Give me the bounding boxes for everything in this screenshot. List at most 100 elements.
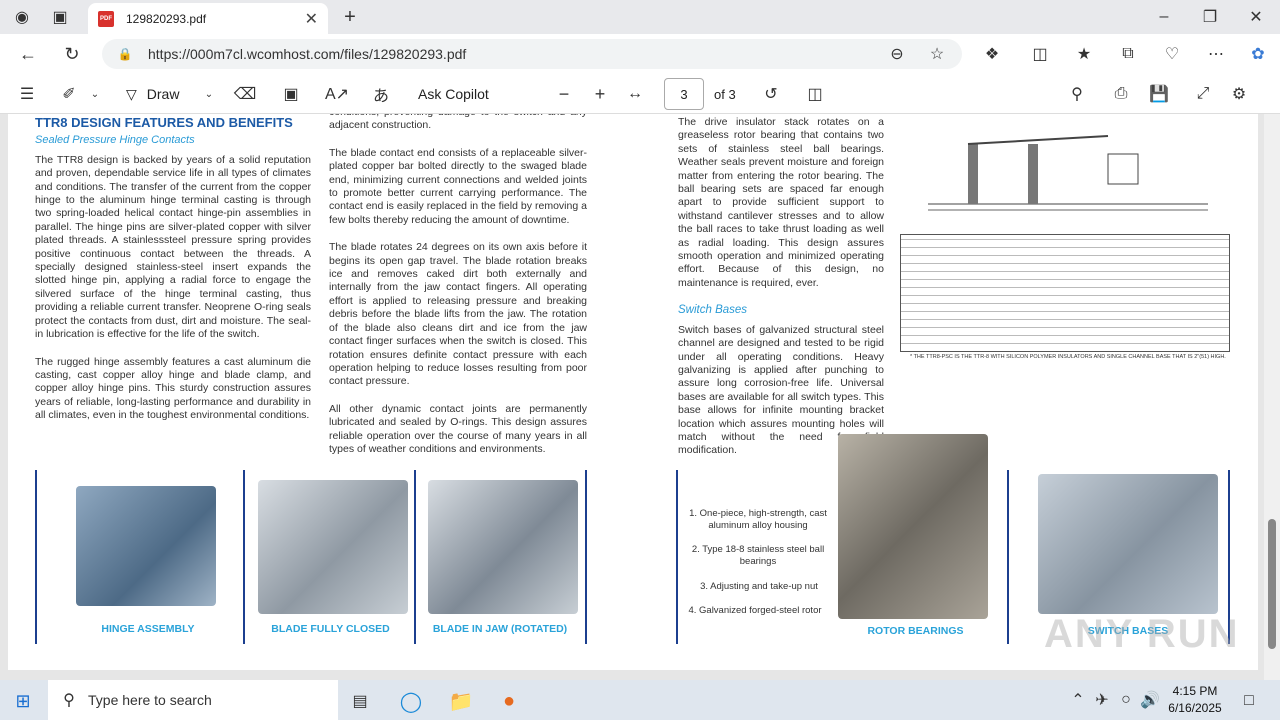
blade-in-jaw-image [428,480,578,614]
browser-tab-bar: ◉ ▣ PDF 129820293.pdf ✕ + – ❐ ✕ [0,0,1280,34]
notification-icon[interactable]: □ [1238,690,1260,712]
zoom-out-icon[interactable]: − [554,74,574,114]
paragraph: The drive insulator stack rotates on a g… [678,116,884,289]
dimensions-table [900,234,1230,352]
draw-button[interactable]: ▽ Draw [126,74,179,114]
collections-icon[interactable]: ⧉ [1116,42,1140,66]
taskbar-search-input[interactable]: ⚲ Type here to search [48,680,338,720]
volume-icon[interactable]: 🔊 [1140,690,1160,710]
split-screen-icon[interactable]: ◫ [1028,42,1052,66]
ask-copilot-button[interactable]: Ask Copilot [418,74,489,114]
edge-icon[interactable]: ◯ [398,688,424,714]
section-heading: TTR8 DESIGN FEATURES AND BENEFITS [35,115,293,130]
divider [414,470,416,644]
tab-actions-icon[interactable]: ▣ [48,6,72,28]
caption-blade-closed: BLADE FULLY CLOSED [271,623,390,635]
fullscreen-icon[interactable]: ⤢ [1192,74,1214,114]
favorites-icon[interactable]: ★ [1072,42,1096,66]
browser-essentials-icon[interactable]: ♡ [1160,42,1184,66]
site-info-icon[interactable]: 🔒 [116,45,134,63]
search-icon[interactable]: ⚲ [1066,74,1088,114]
system-clock[interactable]: 4:15 PM 6/16/2025 [1160,683,1230,717]
divider [243,470,245,644]
paragraph: The rugged hinge assembly features a cas… [35,355,311,422]
divider [585,470,587,644]
text-box-icon[interactable]: ▣ [280,74,302,114]
copilot-icon[interactable]: ✿ [1246,42,1270,66]
clock-time: 4:15 PM [1172,684,1218,698]
page-number-input[interactable]: 3 [664,78,704,110]
close-tab-icon[interactable]: ✕ [305,9,318,29]
pdf-toolbar: ☰ ✐ ⌄ ▽ Draw ⌄ ⌫ ▣ A↗ あ Ask Copilot − + … [0,74,1280,114]
vertical-scrollbar[interactable] [1264,114,1280,680]
column-3: The drive insulator stack rotates on a g… [678,116,884,472]
draw-label: Draw [146,86,180,102]
caption-blade-in-jaw: BLADE IN JAW (ROTATED) [432,623,568,635]
url-field[interactable]: 🔒 https://000m7cl.wcomhost.com/files/129… [102,39,962,69]
divider [676,470,678,644]
rotor-bearing-image [838,434,988,619]
caption-hinge-assembly: HINGE ASSEMBLY [101,623,195,635]
back-icon[interactable]: ← [16,42,40,66]
page-total: of 3 [714,86,736,102]
network-icon[interactable]: ✈ [1092,690,1112,710]
feature-item: 2. Type 18-8 stainless steel ball bearin… [691,544,825,567]
firefox-icon[interactable]: ● [496,688,522,714]
profile-icon[interactable]: ◉ [10,6,34,28]
settings-more-icon[interactable]: ⋯ [1204,42,1228,66]
column-2: conditions, preventing damage to the swi… [329,114,587,470]
tab-pdf[interactable]: PDF 129820293.pdf ✕ [88,3,328,34]
paragraph: All other dynamic contact joints are per… [329,402,587,455]
clock-date: 6/16/2025 [1168,701,1222,715]
paragraph: The blade contact end consists of a repl… [329,146,587,226]
task-view-icon[interactable]: ▤ [348,689,372,713]
subsection-heading: Switch Bases [678,304,748,317]
tray-chevron-icon[interactable]: ⌃ [1068,690,1088,710]
feature-item: 4. Galvanized forged-steel rotor [688,605,822,616]
refresh-icon[interactable]: ↻ [60,42,84,66]
pdf-icon: PDF [98,10,114,27]
caption-rotor-bearings: ROTOR BEARINGS [867,625,964,637]
zoom-in-icon[interactable]: + [590,74,610,114]
scrollbar-thumb[interactable] [1268,519,1276,649]
save-icon[interactable]: 💾 [1148,74,1170,114]
translate-icon[interactable]: あ [370,74,392,114]
close-window-icon[interactable]: ✕ [1244,6,1268,28]
divider [35,470,37,644]
fit-page-icon[interactable]: ↔ [624,74,646,114]
windows-taskbar: ⊞ ⚲ Type here to search ▤ ◯ 📁 ● ⌃ ✈ ○ 🔊 … [0,680,1280,720]
pdf-settings-icon[interactable]: ⚙ [1228,74,1250,114]
minimize-icon[interactable]: – [1152,6,1176,28]
highlight-dropdown-icon[interactable]: ⌄ [88,74,102,114]
draw-dropdown-icon[interactable]: ⌄ [202,74,216,114]
contents-icon[interactable]: ☰ [16,74,38,114]
file-explorer-icon[interactable]: 📁 [448,688,474,714]
windows-start-icon[interactable]: ⊞ [12,690,34,712]
wifi-icon[interactable]: ○ [1116,690,1136,710]
erase-icon[interactable]: ⌫ [234,74,257,114]
zoom-icon[interactable]: ⊖ [888,45,906,63]
address-bar-row: ← ↻ 🔒 https://000m7cl.wcomhost.com/files… [0,34,1280,74]
tab-title: 129820293.pdf [126,11,207,26]
read-aloud-icon[interactable]: A↗ [325,74,349,114]
highlight-icon[interactable]: ✐ [58,74,80,114]
favorite-star-icon[interactable]: ☆ [928,45,946,63]
extensions-icon[interactable]: ❖ [980,42,1004,66]
url-text: https://000m7cl.wcomhost.com/files/12982… [148,46,467,62]
divider [1007,470,1009,644]
search-glass-icon: ⚲ [63,692,75,709]
blade-closed-image [258,480,408,614]
rotate-icon[interactable]: ↺ [760,74,782,114]
paragraph: The blade rotates 24 degrees on its own … [329,241,587,388]
paragraph: conditions, preventing damage to the swi… [329,114,587,132]
switch-base-image [1038,474,1218,614]
ask-copilot-label: Ask Copilot [418,86,489,102]
table-footnote: * THE TTR8-PSC IS THE TTR-8 WITH SILICON… [910,354,1226,360]
restore-icon[interactable]: ❐ [1198,6,1222,28]
draw-icon: ▽ [126,85,137,102]
new-tab-icon[interactable]: + [338,6,362,28]
print-icon[interactable]: ⎙ [1110,74,1132,114]
page-view-icon[interactable]: ◫ [804,74,826,114]
search-placeholder: Type here to search [88,692,212,708]
feature-item: 3. Adjusting and take-up nut [700,581,818,592]
